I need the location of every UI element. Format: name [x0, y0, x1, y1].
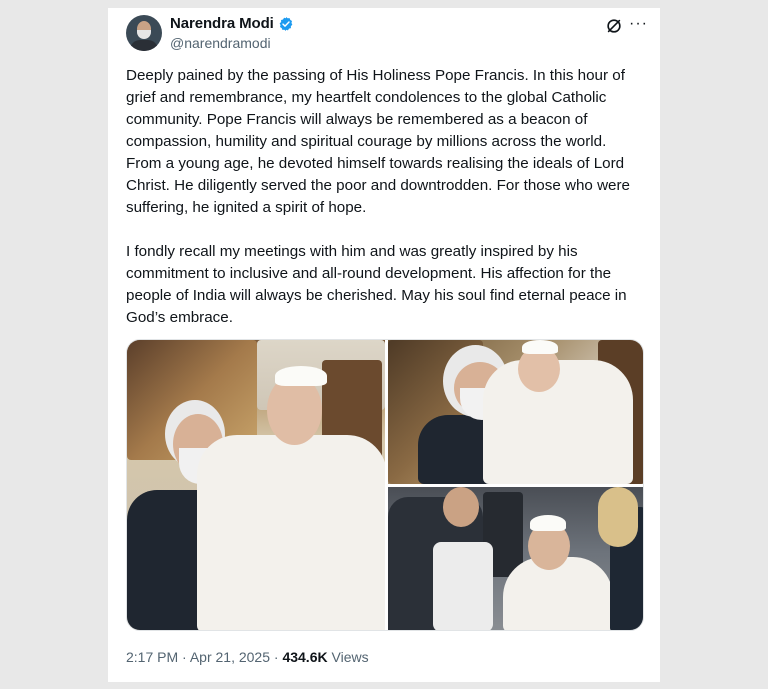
- tweet-media-grid: [126, 339, 644, 631]
- more-options-icon[interactable]: ···: [629, 16, 649, 35]
- views-count: 434.6K: [282, 649, 328, 665]
- tweet-text: Deeply pained by the passing of His Holi…: [126, 67, 630, 326]
- verified-badge-icon: [279, 16, 293, 31]
- meta-separator: ·: [273, 649, 279, 665]
- meta-separator: ·: [182, 649, 187, 665]
- author-handle[interactable]: @narendramodi: [170, 35, 271, 51]
- tweet-date[interactable]: Apr 21, 2025: [190, 649, 270, 665]
- tweet-time[interactable]: 2:17 PM: [126, 649, 178, 665]
- tweet-meta: 2:17 PM · Apr 21, 2025 · 434.6K Views: [126, 649, 369, 665]
- photo-meeting-bottom-right[interactable]: [388, 487, 643, 630]
- tweet-card: Narendra Modi @narendramodi ··· Deeply p…: [108, 8, 660, 682]
- views-label: Views: [331, 649, 369, 665]
- author-name-row: Narendra Modi: [170, 15, 294, 32]
- photo-embrace-left[interactable]: [127, 340, 385, 630]
- author-avatar[interactable]: [126, 15, 162, 51]
- author-name[interactable]: Narendra Modi: [170, 15, 274, 32]
- grok-icon[interactable]: [605, 17, 623, 35]
- photo-embrace-top-right[interactable]: [388, 340, 643, 484]
